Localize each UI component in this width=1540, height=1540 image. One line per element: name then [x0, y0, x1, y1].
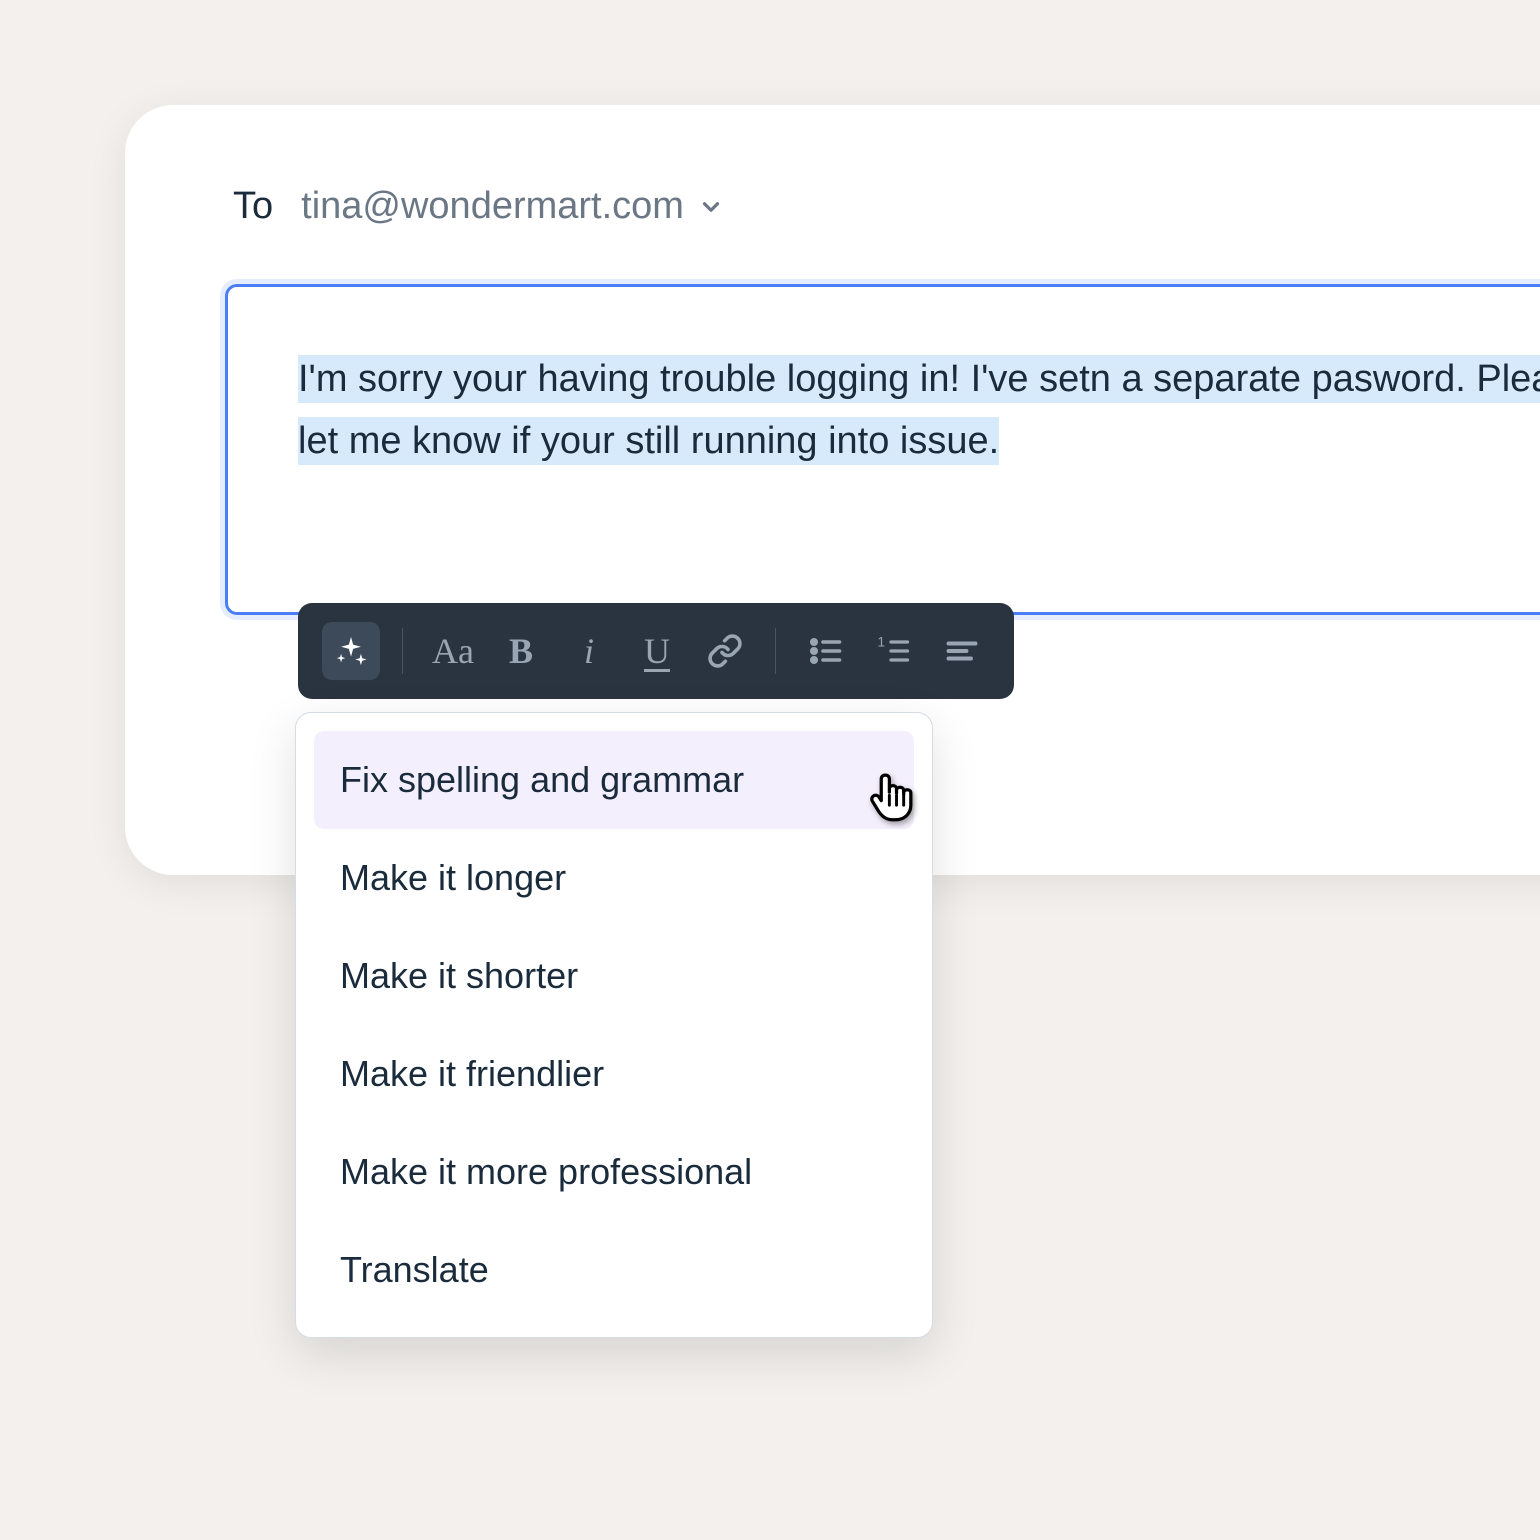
- bullet-list-button[interactable]: [798, 623, 854, 679]
- bullet-list-icon: [808, 633, 844, 669]
- to-label: To: [233, 185, 273, 228]
- sparkle-icon: [334, 634, 368, 668]
- recipient-email-value: tina@wondermart.com: [301, 185, 684, 228]
- italic-button[interactable]: i: [561, 623, 617, 679]
- bold-button[interactable]: B: [493, 623, 549, 679]
- align-button[interactable]: [934, 623, 990, 679]
- numbered-list-button[interactable]: 1: [866, 623, 922, 679]
- numbered-list-icon: 1: [876, 633, 912, 669]
- chevron-down-icon: [698, 194, 724, 220]
- compose-card: To tina@wondermart.com I'm sorry your ha…: [125, 105, 1540, 875]
- message-editor[interactable]: I'm sorry your having trouble logging in…: [225, 284, 1540, 615]
- font-size-button[interactable]: Aa: [425, 623, 481, 679]
- recipient-email-dropdown[interactable]: tina@wondermart.com: [301, 185, 724, 228]
- formatting-toolbar: Aa B i U 1: [298, 603, 1014, 699]
- link-button[interactable]: [697, 623, 753, 679]
- toolbar-divider: [775, 628, 776, 674]
- selected-text: I'm sorry your having trouble logging in…: [298, 355, 1540, 465]
- pointer-cursor-icon: [865, 771, 917, 823]
- align-icon: [944, 633, 980, 669]
- ai-menu-make-longer[interactable]: Make it longer: [314, 829, 914, 927]
- svg-text:1: 1: [878, 635, 886, 650]
- recipient-row: To tina@wondermart.com: [225, 185, 1540, 228]
- ai-menu-make-shorter[interactable]: Make it shorter: [314, 927, 914, 1025]
- ai-menu-fix-spelling[interactable]: Fix spelling and grammar: [314, 731, 914, 829]
- ai-menu-make-friendlier[interactable]: Make it friendlier: [314, 1025, 914, 1123]
- ai-menu-translate[interactable]: Translate: [314, 1221, 914, 1319]
- ai-assist-button[interactable]: [322, 622, 380, 680]
- link-icon: [707, 633, 743, 669]
- underline-button[interactable]: U: [629, 623, 685, 679]
- ai-suggestions-menu: Fix spelling and grammar Make it longer …: [295, 712, 933, 1338]
- ai-menu-more-professional[interactable]: Make it more professional: [314, 1123, 914, 1221]
- toolbar-divider: [402, 628, 403, 674]
